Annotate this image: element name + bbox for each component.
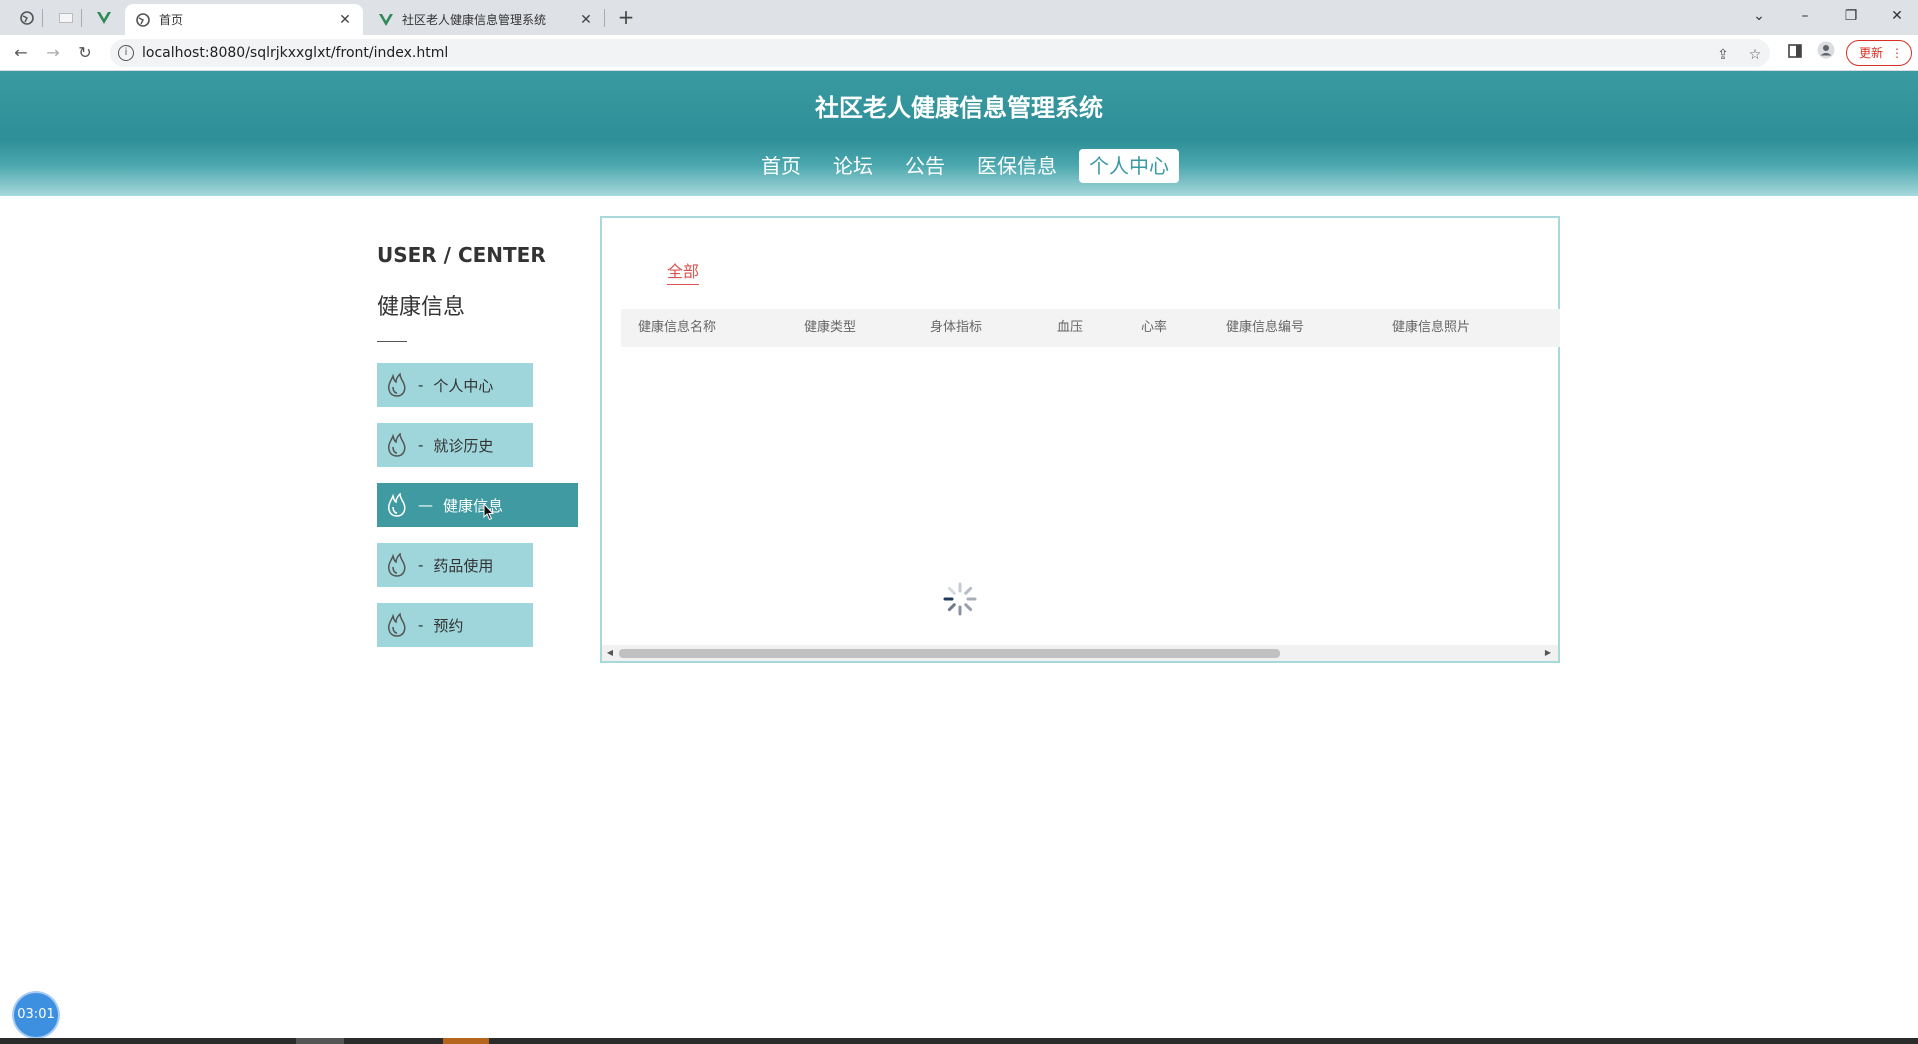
address-bar[interactable]: i localhost:8080/sqlrjkxxglxt/front/inde…	[110, 39, 1770, 67]
horizontal-scrollbar[interactable]: ◀ ▶	[602, 645, 1558, 661]
column-header[interactable]: 身体指标	[930, 309, 982, 347]
close-tab-icon[interactable]: ✕	[337, 12, 353, 28]
filter-tab-all[interactable]: 全部	[667, 258, 700, 285]
nav-home[interactable]: 首页	[751, 149, 811, 183]
menu-dash: —	[418, 496, 433, 514]
health-info-panel: 全部 健康信息名称 健康类型 身体指标 血压 心率 健康信息编号 健康信息照片 …	[600, 216, 1560, 663]
update-label: 更新	[1859, 46, 1884, 60]
section-subtitle: 健康信息	[377, 295, 466, 320]
user-center-title: USER / CENTER	[377, 243, 546, 267]
side-panel-icon[interactable]	[1783, 41, 1807, 65]
sidebar-item-appointment[interactable]: - 预约	[377, 603, 533, 647]
flame-icon	[384, 372, 410, 398]
tab-title: 首页	[159, 13, 184, 27]
sidebar-item-label: 药品使用	[433, 556, 494, 575]
flame-icon	[384, 612, 410, 638]
column-header[interactable]: 血压	[1057, 309, 1083, 347]
column-header[interactable]: 健康类型	[804, 309, 856, 347]
url-text[interactable]: localhost:8080/sqlrjkxxglxt/front/index.…	[142, 45, 448, 61]
close-window-button[interactable]: ✕	[1877, 4, 1917, 28]
site-title: 社区老人健康信息管理系统	[815, 94, 1103, 122]
sidebar-item-medicine-use[interactable]: - 药品使用	[377, 543, 533, 587]
nav-insurance[interactable]: 医保信息	[967, 149, 1067, 183]
scroll-left-icon[interactable]: ◀	[604, 647, 616, 659]
loading-spinner-icon	[942, 581, 978, 617]
timer-badge[interactable]: 03:01	[14, 993, 58, 1037]
info-icon[interactable]: i	[118, 45, 134, 61]
reload-icon[interactable]: ↻	[73, 41, 97, 65]
menu-dash: -	[418, 436, 424, 454]
site-header: 社区老人健康信息管理系统 首页 论坛 公告 医保信息 个人中心	[0, 71, 1918, 196]
sidebar-item-label: 就诊历史	[433, 436, 494, 455]
scroll-right-icon[interactable]: ▶	[1542, 647, 1554, 659]
menu-dash: -	[418, 556, 424, 574]
bookmark-star-icon[interactable]: ☆	[1745, 45, 1765, 65]
nav-user-center[interactable]: 个人中心	[1079, 149, 1179, 183]
browser-tab-bar: 首页 ✕ 社区老人健康信息管理系统 ✕ + ⌄ – ❐ ✕	[0, 0, 1918, 35]
sidebar-item-label: 预约	[433, 616, 464, 635]
close-tab-icon[interactable]: ✕	[578, 12, 594, 28]
sidebar-item-health-info[interactable]: — 健康信息	[377, 483, 578, 527]
column-header[interactable]: 心率	[1141, 309, 1167, 347]
menu-dash: -	[418, 376, 424, 394]
flame-icon	[384, 492, 410, 518]
forward-arrow-icon[interactable]: →	[41, 41, 65, 65]
tab-home[interactable]: 首页 ✕	[125, 4, 363, 35]
pinned-tab-globe-icon[interactable]	[17, 8, 37, 28]
column-header[interactable]: 健康信息编号	[1226, 309, 1304, 347]
sidebar-item-label: 个人中心	[433, 376, 494, 395]
profile-avatar-icon[interactable]	[1814, 41, 1838, 65]
flame-icon	[384, 432, 410, 458]
tab-search-icon[interactable]: ⌄	[1739, 4, 1779, 28]
nav-notice[interactable]: 公告	[895, 149, 955, 183]
vue-icon	[378, 12, 394, 28]
flame-icon	[384, 552, 410, 578]
column-header[interactable]: 健康信息照片	[1392, 309, 1470, 347]
globe-icon	[135, 12, 151, 28]
scrollbar-thumb[interactable]	[619, 649, 1280, 658]
more-menu-icon: ⋮	[1891, 46, 1903, 60]
table-header: 健康信息名称 健康类型 身体指标 血压 心率 健康信息编号 健康信息照片	[621, 309, 1560, 347]
sidebar-item-visit-history[interactable]: - 就诊历史	[377, 423, 533, 467]
browser-toolbar: ← → ↻ i localhost:8080/sqlrjkxxglxt/fron…	[0, 35, 1918, 71]
tab-title: 社区老人健康信息管理系统	[402, 13, 547, 27]
pinned-tab-vue-icon[interactable]	[94, 8, 114, 28]
back-arrow-icon[interactable]: ←	[9, 41, 33, 65]
column-header[interactable]: 健康信息名称	[638, 309, 716, 347]
share-icon[interactable]: ⇪	[1713, 45, 1733, 65]
main-nav: 首页 论坛 公告 医保信息 个人中心	[745, 149, 1185, 183]
restore-button[interactable]: ❐	[1831, 4, 1871, 28]
tab-system[interactable]: 社区老人健康信息管理系统 ✕	[368, 4, 604, 35]
bottom-strip	[0, 1038, 1918, 1044]
pinned-tab-blank-icon[interactable]	[56, 8, 76, 28]
menu-dash: -	[418, 616, 424, 634]
divider	[377, 341, 407, 342]
nav-forum[interactable]: 论坛	[823, 149, 883, 183]
minimize-button[interactable]: –	[1785, 4, 1825, 28]
new-tab-button[interactable]: +	[614, 6, 638, 30]
sidebar-item-user-center[interactable]: - 个人中心	[377, 363, 533, 407]
mouse-cursor-icon	[483, 502, 495, 525]
update-button[interactable]: 更新 ⋮	[1846, 40, 1912, 66]
